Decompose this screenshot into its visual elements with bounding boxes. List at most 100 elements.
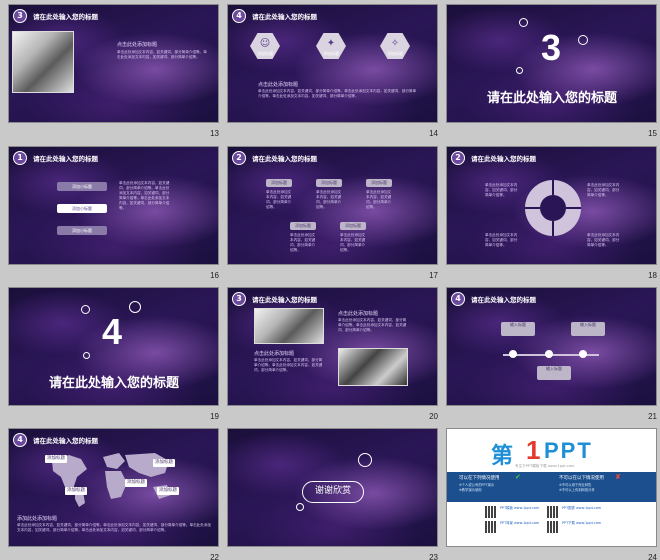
section-title: 请在此处输入您的标题 <box>487 91 618 106</box>
subtitle-pill: 添加小标题 <box>57 182 107 191</box>
map-tag: 添加标题 <box>153 459 175 467</box>
slide-thumbnail[interactable]: 谢谢欣赏 <box>227 428 438 547</box>
decor-circle <box>81 305 90 314</box>
slide-thumbnail[interactable]: 1 请在此处输入您的标题 添加小标题 添加小标题 添加小标题 单击此处添加文本内… <box>8 146 219 265</box>
slide-number: 24 <box>648 553 657 560</box>
slide-number: 23 <box>429 553 438 560</box>
slide-21[interactable]: 4 请在此处输入您的标题 输入标题 输入标题 输入标题 21 <box>446 287 660 427</box>
slide-number: 17 <box>429 271 438 280</box>
slide-number: 19 <box>210 412 219 421</box>
forbidden-heading: 不可以在以下情况使用 <box>559 476 604 481</box>
logo-text: 1 <box>526 435 541 465</box>
hex-label: 添加标题 <box>387 51 403 56</box>
section-badge: 4 <box>13 433 27 447</box>
body-text: 单击此处添加文本内容，如关键词、部分简单介绍等。单击此处添加文本内容，如关键词、… <box>338 318 407 332</box>
section-number: 3 <box>541 27 562 68</box>
qr-code-icon <box>485 506 497 518</box>
slide-title: 请在此处输入您的标题 <box>33 437 98 445</box>
timeline-node <box>545 350 553 358</box>
subtitle-pill: 添加小标题 <box>57 226 107 235</box>
photo-image <box>338 348 408 386</box>
map-tag: 添加标题 <box>45 455 67 463</box>
body-text: 单击此处添加文本内容，如关键词、部分简单介绍等。单击此处添加文本内容，如关键词、… <box>258 89 417 98</box>
slide-number: 16 <box>210 271 219 280</box>
slide-thumbnail[interactable]: 4 请在此处输入您的标题 ☺ ✦ ✧ 添加标题 添加标题 添加标题 点击此处添加… <box>227 4 438 123</box>
subheading: 点击此处添加标题 <box>117 42 158 48</box>
link-text[interactable]: PPT背景 www.1ppt.com <box>500 521 544 525</box>
label-box: 输入标题 <box>571 322 605 336</box>
slide-title: 请在此处输入您的标题 <box>33 13 98 21</box>
slide-19[interactable]: 4 请在此处输入您的标题 19 <box>8 287 227 427</box>
link-text[interactable]: PPT图表 www.1ppt.com <box>562 506 606 510</box>
body-text: 单击此处添加文本内容，如关键词、部分简单介绍等。单击此处添加文本内容，如关键词、… <box>117 50 207 59</box>
decor-circle <box>358 453 372 467</box>
qr-code-icon <box>485 521 497 533</box>
slide-22[interactable]: 4 请在此处输入您的标题 添加标题 添加标题 添加标题 添加标题 添加标题 添加… <box>8 428 227 560</box>
slide-13[interactable]: 3 请在此处输入您的标题 点击此处添加标题 单击此处添加文本内容，如关键词、部分… <box>8 4 227 144</box>
slide-number: 21 <box>648 412 657 421</box>
decor-circle <box>516 67 523 74</box>
slide-title: 请在此处输入您的标题 <box>252 155 317 163</box>
slide-thumbnail[interactable]: 4 请在此处输入您的标题 <box>8 287 219 406</box>
logo-text: 第 <box>491 443 514 468</box>
decor-circle <box>129 301 141 313</box>
qr-code-icon <box>547 506 559 518</box>
body-text: 单击此处添加文本内容，如关键词、部分简单介绍等。 <box>366 190 392 209</box>
forbidden-text: ※不可以用于商业转售 ※不可以上传到网络分享 <box>559 483 595 492</box>
slide-title: 请在此处输入您的标题 <box>252 13 317 21</box>
allowed-text: ※个人或公司的PPT演示 ※教学演示使用 <box>459 483 495 492</box>
label-box: 输入标题 <box>537 366 571 380</box>
slide-thumbnail[interactable]: 3 请在此处输入您的标题 点击此处添加标题 单击此处添加文本内容，如关键词、部分… <box>227 287 438 406</box>
slide-thumbnail[interactable]: 2 请在此处输入您的标题 添加标题 添加标题 添加标题 添加标题 添加标题 单击… <box>227 146 438 265</box>
slide-number: 20 <box>429 412 438 421</box>
slide-title: 请在此处输入您的标题 <box>252 296 317 304</box>
label-box: 添加标题 <box>290 222 316 230</box>
slide-thumbnail[interactable]: 3 请在此处输入您的标题 点击此处添加标题 单击此处添加文本内容，如关键词、部分… <box>8 4 219 123</box>
slide-number: 15 <box>648 129 657 138</box>
slide-23[interactable]: 谢谢欣赏 23 <box>227 428 446 560</box>
body-text: 单击此处添加文本内容，如关键词、部分简单介绍等。 <box>485 233 518 247</box>
slide-20[interactable]: 3 请在此处输入您的标题 点击此处添加标题 单击此处添加文本内容，如关键词、部分… <box>227 287 446 427</box>
label-box: 输入标题 <box>501 322 535 336</box>
slide-14[interactable]: 4 请在此处输入您的标题 ☺ ✦ ✧ 添加标题 添加标题 添加标题 点击此处添加… <box>227 4 446 144</box>
label-box: 添加标题 <box>366 179 392 187</box>
body-text: 单击此处添加文本内容，如关键词、部分简单介绍等。单击此处添加文本内容，如关键词、… <box>119 181 170 210</box>
slide-number: 13 <box>210 129 219 138</box>
check-icon: ✔ <box>515 473 521 481</box>
slide-title: 请在此处输入您的标题 <box>33 155 98 163</box>
label-box: 添加标题 <box>266 179 292 187</box>
slide-17[interactable]: 2 请在此处输入您的标题 添加标题 添加标题 添加标题 添加标题 添加标题 单击… <box>227 146 446 286</box>
label-box: 添加标题 <box>340 222 366 230</box>
body-text: 单击此处添加文本内容，如关键词、部分简单介绍等。 <box>290 233 316 252</box>
slide-thumbnail[interactable]: 3 请在此处输入您的标题 <box>446 4 657 123</box>
photo-image <box>254 308 324 344</box>
slide-16[interactable]: 1 请在此处输入您的标题 添加小标题 添加小标题 添加小标题 单击此处添加文本内… <box>8 146 227 286</box>
slide-thumbnail[interactable]: 4 请在此处输入您的标题 添加标题 添加标题 添加标题 添加标题 添加标题 添加… <box>8 428 219 547</box>
body-text: 单击此处添加文本内容，如关键词、部分简单介绍等。 <box>316 190 342 209</box>
slide-15[interactable]: 3 请在此处输入您的标题 15 <box>446 4 660 144</box>
slide-thumbnail[interactable]: 第 1 PPT 专注于PPT模板下载 www.1ppt.com 可以在下列情况使… <box>446 428 657 547</box>
slide-thumbnail[interactable]: 2 请在此处输入您的标题 单击此处添加文本内容，如关键词、部分简单介绍等。 单击… <box>446 146 657 265</box>
slide-thumbnail[interactable]: 4 请在此处输入您的标题 输入标题 输入标题 输入标题 <box>446 287 657 406</box>
logo-text: PPT <box>544 438 593 463</box>
body-text: 单击此处添加文本内容，如关键词、部分简单介绍等。单击此处添加文本内容，如关键词、… <box>254 358 323 372</box>
slide-18[interactable]: 2 请在此处输入您的标题 单击此处添加文本内容，如关键词、部分简单介绍等。 单击… <box>446 146 660 286</box>
label-box: 添加标题 <box>316 179 342 187</box>
decor-circle <box>296 503 304 511</box>
slide-number: 18 <box>648 271 657 280</box>
logo-tagline: 专注于PPT模板下载 www.1ppt.com <box>515 464 575 468</box>
photo-image <box>12 31 74 93</box>
section-badge: 2 <box>232 151 246 165</box>
cycle-diagram <box>525 180 581 236</box>
body-text: 单击此处添加文本内容，如关键词、部分简单介绍等。单击此处添加文本内容，如关键词、… <box>17 523 212 532</box>
qr-code-icon <box>547 521 559 533</box>
slide-title: 请在此处输入您的标题 <box>471 155 536 163</box>
link-text[interactable]: PPT模板 www.1ppt.com <box>500 506 544 510</box>
body-text: 单击此处添加文本内容，如关键词、部分简单介绍等。 <box>485 183 518 197</box>
link-text[interactable]: PPT下载 www.1ppt.com <box>562 521 606 525</box>
timeline-node <box>579 350 587 358</box>
map-tag: 添加标题 <box>157 487 179 495</box>
section-badge: 2 <box>451 151 465 165</box>
hex-label: 添加标题 <box>257 51 273 56</box>
slide-24[interactable]: 第 1 PPT 专注于PPT模板下载 www.1ppt.com 可以在下列情况使… <box>446 428 660 560</box>
